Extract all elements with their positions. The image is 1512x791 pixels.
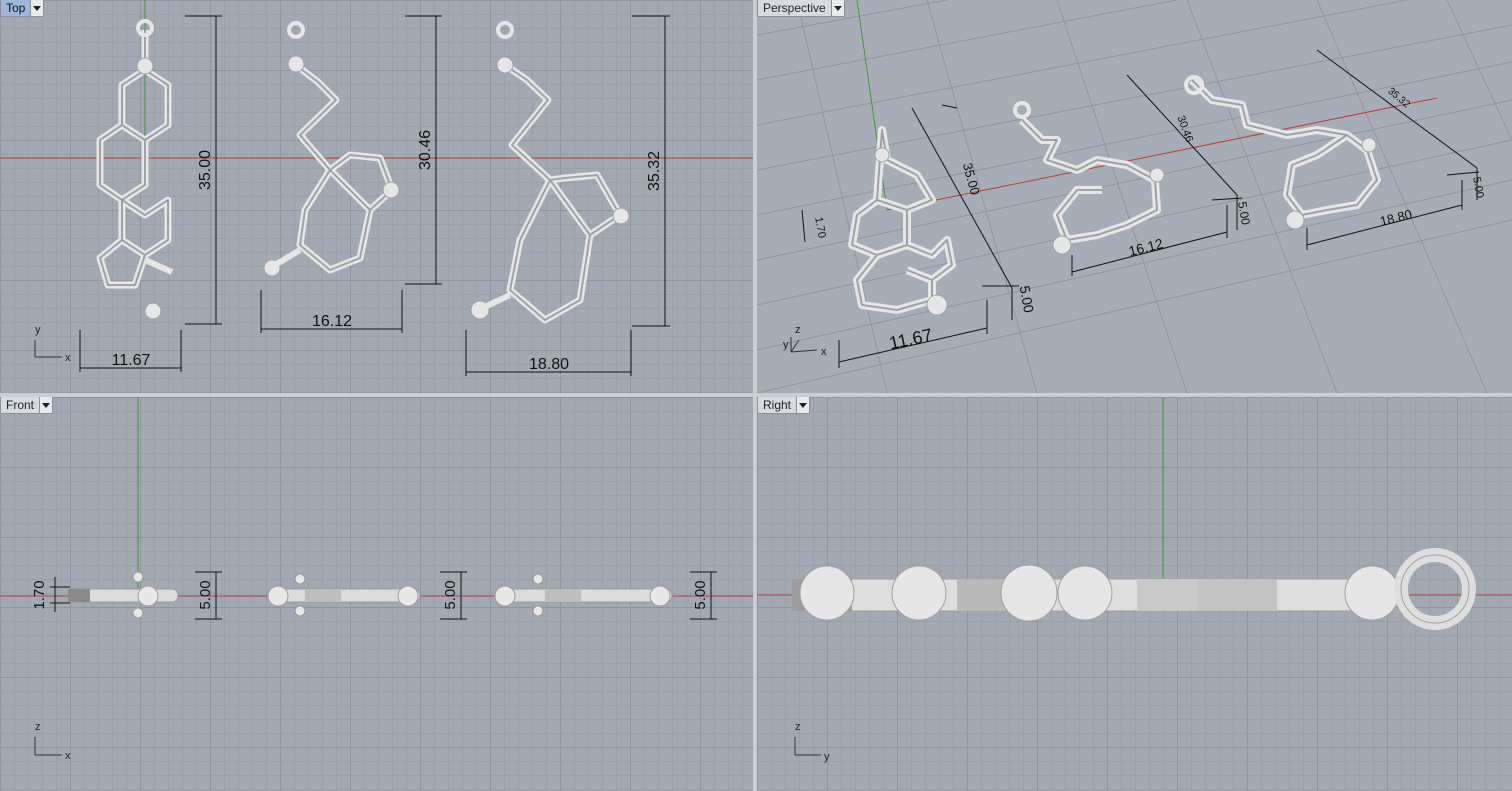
- dim-m1-height: 35.00: [197, 150, 214, 190]
- axis-gizmo-front: [34, 737, 62, 756]
- viewport-tab-front[interactable]: Front: [0, 397, 54, 414]
- dim-front-2: 5.00: [197, 580, 214, 609]
- axis-label-y: y: [824, 751, 830, 763]
- dim-m3-height-persp: 35.32: [1385, 86, 1412, 111]
- front-scene: 1.70 5.00 5.00 5.00 z x: [0, 397, 753, 762]
- molecule-3-front[interactable]: [494, 573, 673, 617]
- molecule-stack-right[interactable]: [791, 548, 1476, 630]
- molecule-2-top[interactable]: [263, 21, 400, 277]
- axis-label-z: z: [795, 721, 801, 733]
- molecule-2-front[interactable]: [267, 573, 421, 617]
- dim-m2-height: 30.46: [417, 130, 434, 170]
- dim-m3-width-persp: 18.80: [1378, 206, 1413, 228]
- molecule-1-top[interactable]: [96, 19, 174, 320]
- dim-m2-thick-persp: 5.00: [1235, 201, 1253, 227]
- axis-label-x: x: [821, 346, 827, 358]
- viewport-title-top[interactable]: Top: [0, 0, 32, 17]
- molecule-3-perspective[interactable]: [1184, 75, 1381, 230]
- axis-label-z: z: [35, 721, 41, 733]
- dim-front-3: 5.00: [442, 580, 459, 609]
- viewport-title-right[interactable]: Right: [757, 397, 798, 414]
- dim-m2-width: 16.12: [312, 313, 352, 330]
- dim-front-4: 5.00: [692, 580, 709, 609]
- dim-m1-thick-persp: 5.00: [1017, 284, 1038, 314]
- molecule-3-top[interactable]: [470, 21, 630, 324]
- axis-label-z: z: [795, 324, 801, 336]
- axis-label-x: x: [65, 352, 71, 364]
- viewport-title-front[interactable]: Front: [0, 397, 41, 414]
- viewport-tab-top[interactable]: Top: [0, 0, 45, 17]
- dim-m3-height: 35.32: [646, 151, 663, 191]
- viewport-tab-perspective[interactable]: Perspective: [757, 0, 845, 17]
- perspective-scene: 35.00 11.67 5.00 1.70 30.46 16.12 5.00 3…: [757, 0, 1512, 393]
- dim-m3-thick-persp: 5.00: [1470, 176, 1486, 199]
- dim-m3-width: 18.80: [529, 356, 569, 373]
- viewport-right[interactable]: Right z y: [757, 397, 1512, 791]
- viewport-top[interactable]: Top 35.00 11.67 30.46 16.12 35.32 18.80 …: [0, 0, 753, 393]
- viewport-perspective[interactable]: Perspective 35.00 11.67 5.00 1.70 30.46 …: [757, 0, 1512, 393]
- dim-front-1: 1.70: [31, 580, 48, 609]
- dim-m1-small-persp: 1.70: [812, 216, 828, 239]
- perspective-grid: [757, 0, 1512, 393]
- axis-gizmo-top: [34, 340, 62, 358]
- dim-m1-width-persp: 11.67: [887, 325, 934, 354]
- dim-m2-height-persp: 30.46: [1174, 114, 1195, 144]
- viewport-menu-icon[interactable]: [797, 397, 811, 414]
- viewport-tab-right[interactable]: Right: [757, 397, 811, 414]
- dim-m1-height-persp: 35.00: [960, 161, 983, 196]
- dim-m2-width-persp: 16.12: [1127, 235, 1165, 259]
- viewport-front[interactable]: Front 1.70 5.00 5.00 5.00 z x: [0, 397, 753, 791]
- viewport-title-perspective[interactable]: Perspective: [757, 0, 832, 17]
- viewport-menu-icon[interactable]: [31, 0, 45, 17]
- right-scene: z y: [757, 397, 1512, 763]
- axis-label-x: x: [65, 750, 71, 762]
- top-scene: 35.00 11.67 30.46 16.12 35.32 18.80 y x: [0, 0, 753, 376]
- viewport-menu-icon[interactable]: [831, 0, 845, 17]
- dim-m1-width: 11.67: [112, 352, 151, 369]
- molecule-1-front[interactable]: [67, 571, 179, 619]
- axis-label-y: y: [35, 324, 41, 336]
- viewport-menu-icon[interactable]: [40, 397, 54, 414]
- dim-lines-top: [79, 15, 670, 376]
- axis-label-y: y: [783, 339, 789, 351]
- molecule-1-perspective[interactable]: [848, 126, 956, 316]
- axis-gizmo-right: [794, 737, 821, 756]
